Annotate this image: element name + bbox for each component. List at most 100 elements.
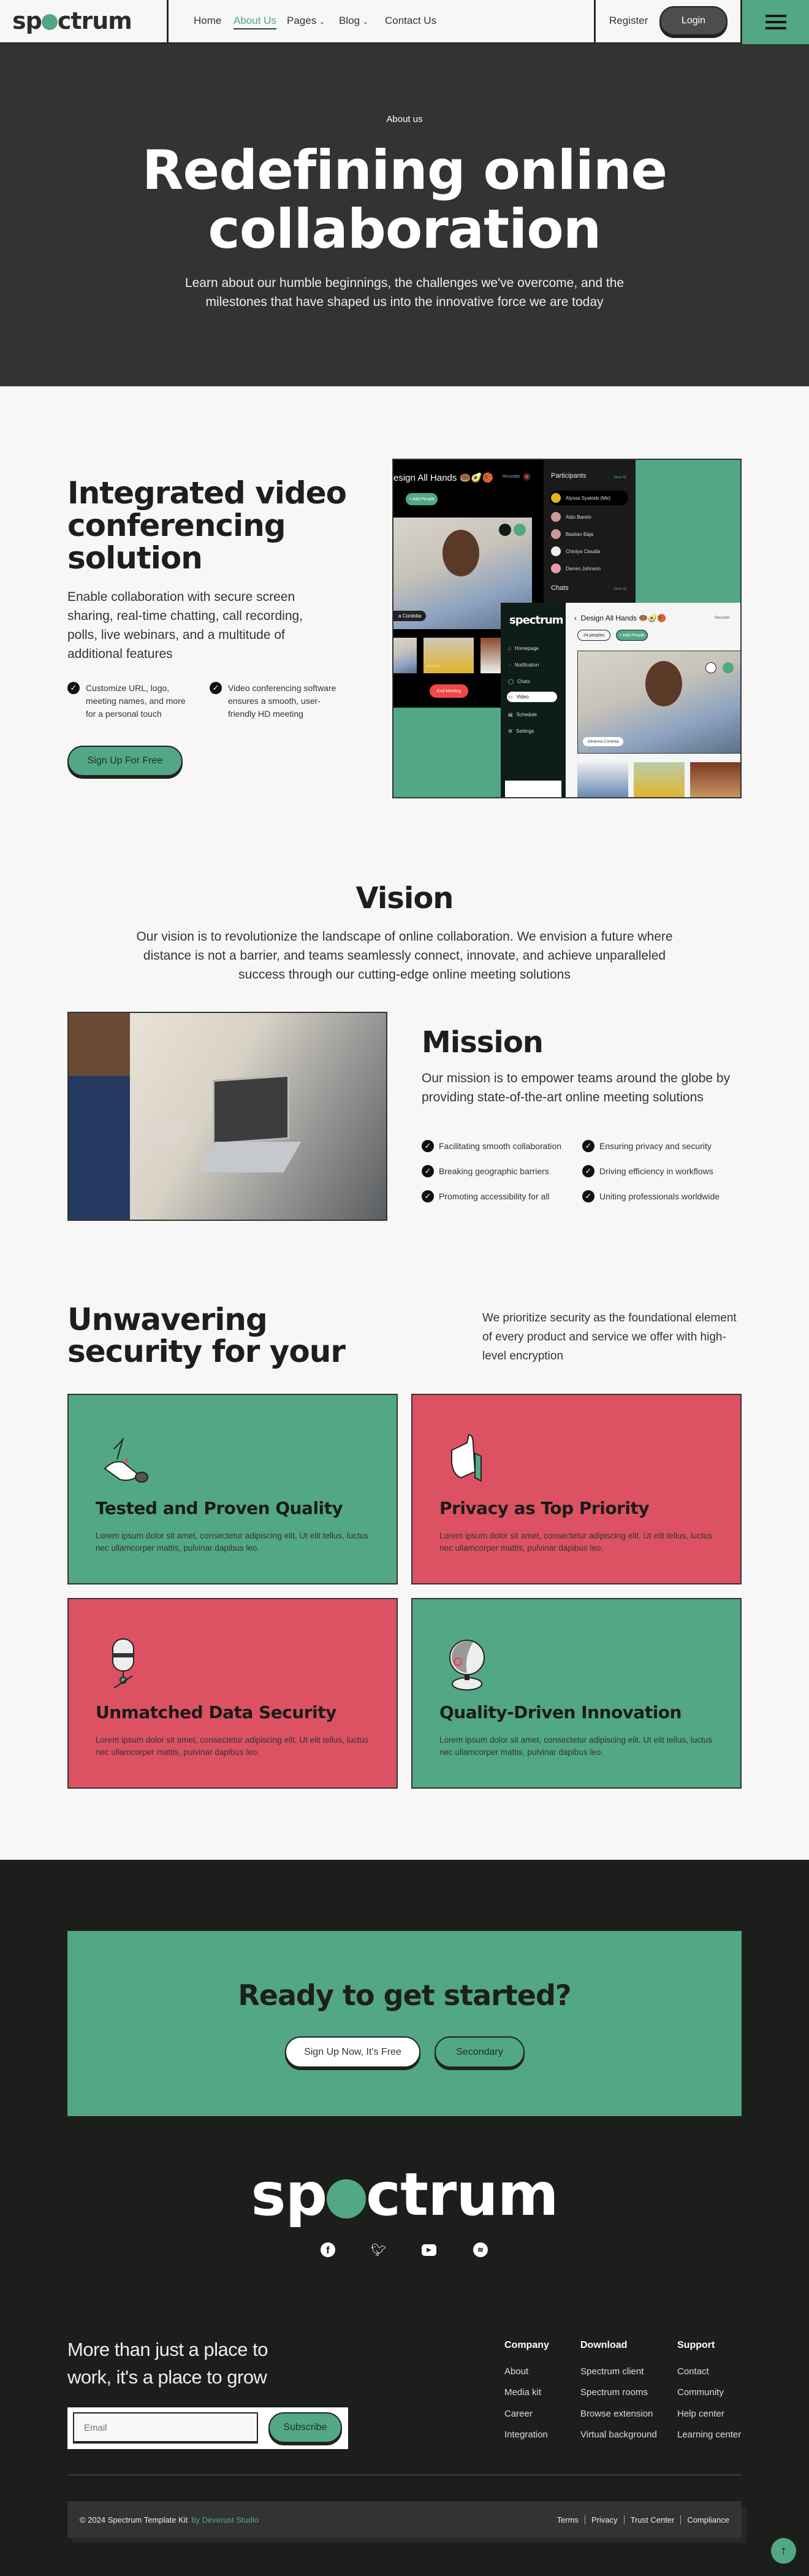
studio-link[interactable]: by Deverust Studio [191, 2515, 259, 2524]
mission-item-text: Facilitating smooth collaboration [439, 1141, 561, 1151]
nav-home[interactable]: Home [194, 15, 221, 27]
mission-item: ✓ Facilitating smooth collaboration [422, 1140, 582, 1152]
check-icon: ✓ [582, 1190, 594, 1202]
footer-tagline: More than just a place to work, it's a pl… [67, 2336, 268, 2391]
participant-name: Aldo Bareto [566, 514, 591, 520]
record-icon [523, 473, 531, 481]
copyright: © 2024 Spectrum Template Kit [80, 2515, 188, 2524]
pin-icon [499, 524, 511, 536]
spotify-icon[interactable]: ≋ [473, 2242, 488, 2257]
sidebar-item: Notification [514, 662, 539, 668]
nav-blog[interactable]: Blog ⌄ [339, 15, 368, 27]
divider [167, 0, 169, 44]
check-icon: ✓ [210, 682, 222, 694]
column-title: Support [677, 2340, 715, 2350]
mission-item: ✓ Breaking geographic barriers [422, 1165, 582, 1177]
terms-link[interactable]: Terms [551, 2515, 585, 2524]
footer-link[interactable]: Career [504, 2409, 533, 2419]
divider [594, 0, 596, 44]
feature-item: ✓ Customize URL, logo, meeting names, an… [67, 682, 190, 720]
footer-link[interactable]: Contact [677, 2366, 709, 2377]
hero-title-line: Redefining online [142, 139, 667, 202]
hero-section: About us Redefining online collaboration … [0, 44, 809, 386]
meeting-title: esign All Hands 🍩🥑🏀 [393, 473, 494, 483]
card-text: Lorem ipsum dolor sit amet, consectetur … [96, 1735, 368, 1757]
view-all-link: View All [613, 587, 626, 591]
nav-blog-label: Blog [339, 15, 360, 26]
vision-text: Our vision is to revolutionize the lands… [0, 927, 809, 984]
email-input[interactable] [73, 2412, 258, 2444]
recorder-label: Recorder [715, 616, 730, 620]
tagline-line: work, it's a place to grow [67, 2366, 267, 2388]
hamburger-icon[interactable] [740, 0, 809, 44]
footer-link[interactable]: Virtual background [580, 2429, 657, 2440]
logo[interactable]: sp ctrum [12, 7, 132, 34]
vision-line: Our vision is to revolutionize the lands… [136, 930, 673, 944]
footer-link[interactable]: Spectrum client [580, 2366, 644, 2377]
integrated-description: Enable collaboration with secure screen … [67, 590, 303, 661]
secondary-button[interactable]: Secondary [435, 2036, 525, 2068]
card-text: Lorem ipsum dolor sit amet, consectetur … [439, 1531, 712, 1553]
check-icon: ✓ [422, 1140, 434, 1152]
app-mockup-image: esign All Hands 🍩🥑🏀 Recorder + Add Peopl… [392, 459, 742, 798]
subscribe-button[interactable]: Subscribe [268, 2412, 342, 2443]
footer: Ready to get started? Sign Up Now, It's … [0, 1860, 809, 2576]
mission-item-text: Breaking geographic barriers [439, 1166, 549, 1176]
sidebar-item: Settings [516, 728, 534, 734]
sidebar-item: Schedule [516, 712, 537, 717]
sign-up-now-button[interactable]: Sign Up Now, It's Free [285, 2036, 420, 2068]
footer-link[interactable]: Help center [677, 2409, 724, 2419]
vision-title: Vision [355, 881, 454, 915]
title-line: conferencing [67, 508, 286, 543]
footer-link[interactable]: About [504, 2366, 528, 2377]
footer-logo[interactable]: sp ctrum [0, 2160, 809, 2229]
app-content: ‹ Design All Hands 🍩🥑🏀 Recorder 24 peopl… [566, 603, 740, 797]
feature-card: Quality-Driven Innovation Lorem ipsum do… [411, 1598, 742, 1789]
facebook-icon[interactable]: f [321, 2242, 335, 2257]
twitter-icon[interactable]: 🐦︎ [371, 2242, 386, 2257]
check-icon: ✓ [422, 1165, 434, 1177]
footer-link[interactable]: Community [677, 2387, 724, 2398]
nav-pages[interactable]: Pages ⌄ [287, 15, 325, 27]
nav-contact-us[interactable]: Contact Us [385, 15, 436, 27]
hero-title: Redefining online collaboration [0, 141, 809, 259]
footer-link[interactable]: Integration [504, 2429, 548, 2440]
sidebar-item: Chats [517, 679, 530, 684]
hero-title-line: collaboration [208, 197, 602, 261]
footer-link[interactable]: Browse extension [580, 2409, 653, 2419]
participant-name: Darren Johnson [566, 565, 601, 571]
participant-tile: Jonas K. [423, 638, 474, 673]
chats-label: Chats [551, 584, 569, 592]
hero-eyebrow: About us [386, 114, 423, 124]
youtube-icon[interactable]: ▶ [422, 2244, 436, 2256]
check-icon: ✓ [582, 1165, 594, 1177]
cta-banner: Ready to get started? Sign Up Now, It's … [67, 1931, 742, 2116]
thumbs-up-icon [451, 1434, 482, 1482]
title-line: Unwavering [67, 1302, 268, 1337]
title-line: Integrated video [67, 475, 347, 511]
card-title: Tested and Proven Quality [96, 1498, 343, 1518]
recorder-label: Recorder [503, 475, 520, 479]
nav-about-us[interactable]: About Us [234, 15, 276, 29]
view-all-link: View All [613, 476, 626, 480]
check-icon: ✓ [422, 1190, 434, 1202]
chevron-down-icon: ⌄ [319, 18, 325, 26]
trust-center-link[interactable]: Trust Center [625, 2515, 682, 2524]
sign-up-free-button[interactable]: Sign Up For Free [67, 746, 183, 776]
check-icon: ✓ [67, 682, 80, 694]
footer-link[interactable]: Spectrum rooms [580, 2387, 648, 2398]
sidebar-item: Homepage [514, 646, 539, 651]
participants-panel: Participants View All Alyssa Syakieb (Me… [544, 460, 636, 603]
footer-link[interactable]: Learning center [677, 2429, 741, 2440]
feature-card: Unmatched Data Security Lorem ipsum dolo… [67, 1598, 398, 1789]
footer-link[interactable]: Media kit [504, 2387, 541, 2398]
feature-card: Tested and Proven Quality Lorem ipsum do… [67, 1394, 398, 1584]
mission-item: ✓ Ensuring privacy and security [582, 1140, 743, 1152]
privacy-link[interactable]: Privacy [585, 2515, 625, 2524]
register-link[interactable]: Register [609, 15, 648, 27]
login-button[interactable]: Login [659, 6, 727, 36]
compliance-link[interactable]: Compliance [681, 2515, 729, 2524]
meeting-title: Design All Hands 🍩🥑🏀 [580, 614, 667, 622]
back-to-top-arrow-icon[interactable]: ↑ [771, 2538, 796, 2564]
security-text: We prioritize security as the foundation… [482, 1312, 737, 1363]
